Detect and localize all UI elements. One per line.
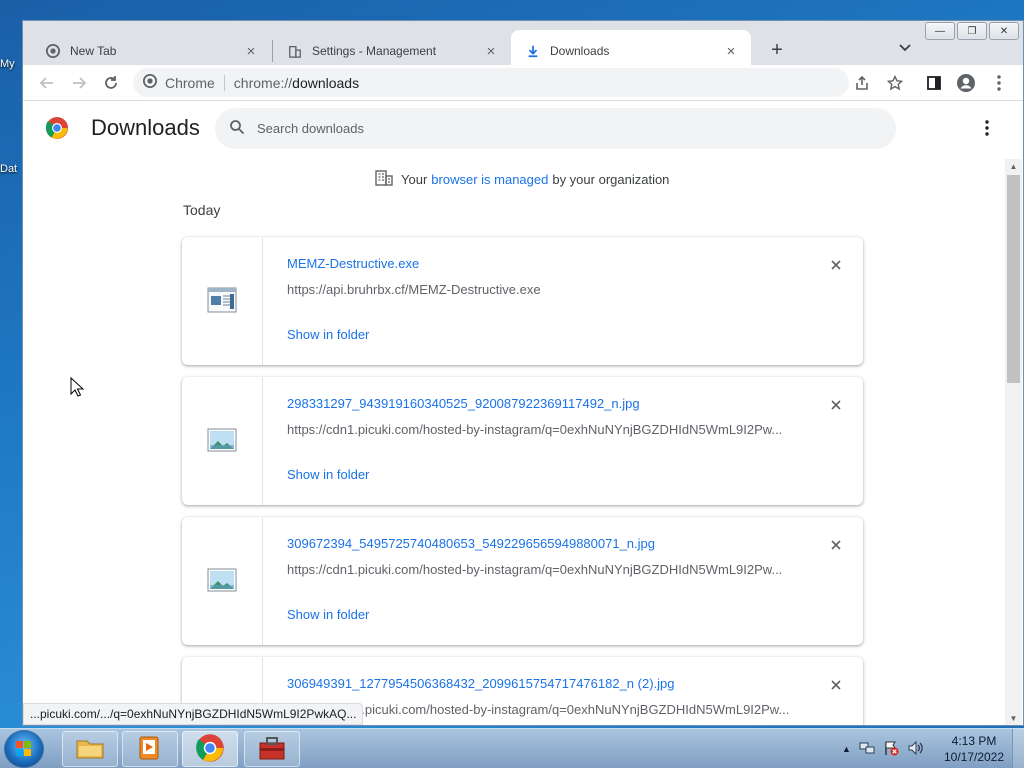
file-name-link[interactable]: MEMZ-Destructive.exe bbox=[287, 256, 419, 271]
tab-search-chevron-icon[interactable] bbox=[895, 38, 915, 58]
desktop-icon-label: Dat bbox=[0, 163, 18, 175]
show-in-folder-link[interactable]: Show in folder bbox=[287, 607, 369, 622]
bookmark-star-icon[interactable] bbox=[881, 69, 909, 97]
browser-window: — ❐ ✕ New Tab × Settings - Management × … bbox=[22, 20, 1024, 726]
show-hidden-icons-icon[interactable]: ▲ bbox=[842, 744, 851, 754]
tab-label: Downloads bbox=[550, 44, 610, 58]
remove-download-icon[interactable] bbox=[826, 255, 846, 275]
toolbox-icon bbox=[257, 735, 287, 764]
page-title: Downloads bbox=[91, 115, 200, 140]
source-url[interactable]: 1.picuki.com/hosted-by-instagram/q=0exhN… bbox=[354, 702, 797, 717]
system-tray: ▲ bbox=[842, 729, 925, 768]
forward-icon[interactable] bbox=[65, 69, 93, 97]
image-file-icon bbox=[207, 568, 237, 595]
download-item: MEMZ-Destructive.exe https://api.bruhrbx… bbox=[182, 237, 863, 365]
search-downloads-bar[interactable] bbox=[215, 108, 896, 149]
scroll-up-arrow-icon[interactable]: ▲ bbox=[1005, 159, 1022, 173]
image-file-icon bbox=[207, 428, 237, 455]
scrollbar-thumb[interactable] bbox=[1007, 175, 1020, 383]
omnibox-divider bbox=[223, 74, 225, 91]
download-item: 298331297_943919160340525_92008792236911… bbox=[182, 377, 863, 505]
window-controls: — ❐ ✕ bbox=[925, 22, 1019, 40]
site-label: Chrome bbox=[165, 74, 215, 91]
tab-label: New Tab bbox=[70, 44, 117, 58]
mouse-cursor-icon bbox=[70, 376, 85, 400]
source-url[interactable]: https://api.bruhrbx.cf/MEMZ-Destructive.… bbox=[287, 282, 797, 297]
close-window-button[interactable]: ✕ bbox=[989, 22, 1019, 40]
taskbar-chrome-button[interactable] bbox=[182, 731, 238, 767]
executable-file-icon bbox=[207, 287, 237, 316]
chrome-icon bbox=[45, 43, 61, 59]
side-panel-icon[interactable] bbox=[920, 69, 948, 97]
building-icon bbox=[287, 43, 303, 59]
file-name-link[interactable]: 306949391_1277954506368432_2099615754717… bbox=[287, 676, 675, 691]
file-icon-column bbox=[182, 517, 263, 645]
chrome-logo-icon bbox=[45, 116, 69, 140]
remove-download-icon[interactable] bbox=[826, 535, 846, 555]
source-url[interactable]: https://cdn1.picuki.com/hosted-by-instag… bbox=[287, 422, 797, 437]
url-path: downloads bbox=[292, 74, 360, 91]
chrome-icon bbox=[195, 733, 225, 766]
minimize-button[interactable]: — bbox=[925, 22, 955, 40]
taskbar-explorer-button[interactable] bbox=[62, 731, 118, 767]
toolbar: Chrome chrome://downloads bbox=[23, 65, 1023, 101]
scroll-down-arrow-icon[interactable]: ▼ bbox=[1005, 711, 1022, 725]
folder-icon bbox=[75, 736, 105, 763]
volume-icon[interactable] bbox=[907, 740, 925, 759]
page-scrollbar[interactable]: ▲ ▼ bbox=[1005, 159, 1022, 725]
show-in-folder-link[interactable]: Show in folder bbox=[287, 327, 369, 342]
search-input[interactable] bbox=[257, 121, 817, 136]
reload-icon[interactable] bbox=[97, 69, 125, 97]
managed-prefix: Your bbox=[401, 172, 428, 187]
taskbar: ▲ 4:13 PM 10/17/2022 bbox=[0, 728, 1024, 768]
new-tab-button[interactable]: + bbox=[763, 36, 791, 64]
file-name-link[interactable]: 309672394_5495725740480653_5492296565949… bbox=[287, 536, 655, 551]
desktop-icon-label: My bbox=[0, 58, 15, 70]
source-url[interactable]: https://cdn1.picuki.com/hosted-by-instag… bbox=[287, 562, 797, 577]
close-tab-icon[interactable]: × bbox=[483, 43, 499, 60]
kebab-menu-icon[interactable] bbox=[985, 69, 1013, 97]
remove-download-icon[interactable] bbox=[826, 675, 846, 695]
system-clock[interactable]: 4:13 PM 10/17/2022 bbox=[938, 733, 1010, 765]
file-icon-column bbox=[182, 377, 263, 505]
close-tab-icon[interactable]: × bbox=[243, 43, 259, 60]
taskbar-toolbox-button[interactable] bbox=[244, 731, 300, 767]
close-tab-icon[interactable]: × bbox=[723, 43, 739, 60]
show-in-folder-link[interactable]: Show in folder bbox=[287, 467, 369, 482]
download-icon bbox=[525, 43, 541, 59]
tab-label: Settings - Management bbox=[312, 44, 437, 58]
url-text: chrome://downloads bbox=[234, 75, 359, 91]
search-icon bbox=[229, 119, 245, 138]
file-icon-column bbox=[182, 237, 263, 365]
action-center-flag-icon[interactable] bbox=[883, 740, 899, 759]
managed-link[interactable]: browser is managed bbox=[431, 172, 548, 187]
date-section-header: Today bbox=[183, 202, 221, 218]
building-icon bbox=[375, 170, 393, 189]
clock-time: 4:13 PM bbox=[951, 734, 997, 748]
downloads-page: Downloads Your browser is managed by you… bbox=[23, 101, 1023, 725]
clock-date: 10/17/2022 bbox=[943, 750, 1005, 764]
profile-avatar-icon[interactable] bbox=[952, 69, 980, 97]
address-bar[interactable]: Chrome chrome://downloads bbox=[133, 68, 849, 97]
download-item: 309672394_5495725740480653_5492296565949… bbox=[182, 517, 863, 645]
more-actions-icon[interactable] bbox=[977, 118, 997, 138]
share-icon[interactable] bbox=[848, 69, 876, 97]
managed-notice: Your browser is managed by your organiza… bbox=[375, 170, 669, 189]
link-status-bubble: ...picuki.com/.../q=0exhNuNYnjBGZDHIdN5W… bbox=[23, 703, 364, 725]
remove-download-icon[interactable] bbox=[826, 395, 846, 415]
file-name-link[interactable]: 298331297_943919160340525_92008792236911… bbox=[287, 396, 640, 411]
network-icon[interactable] bbox=[859, 740, 875, 759]
restore-button[interactable]: ❐ bbox=[957, 22, 987, 40]
managed-suffix: by your organization bbox=[552, 172, 670, 187]
back-icon[interactable] bbox=[33, 69, 61, 97]
media-player-icon bbox=[137, 735, 163, 764]
taskbar-media-player-button[interactable] bbox=[122, 731, 178, 767]
start-button[interactable] bbox=[4, 730, 44, 768]
show-desktop-button[interactable] bbox=[1012, 729, 1024, 768]
url-scheme: chrome:// bbox=[233, 74, 293, 91]
chrome-site-icon[interactable] bbox=[143, 74, 157, 91]
